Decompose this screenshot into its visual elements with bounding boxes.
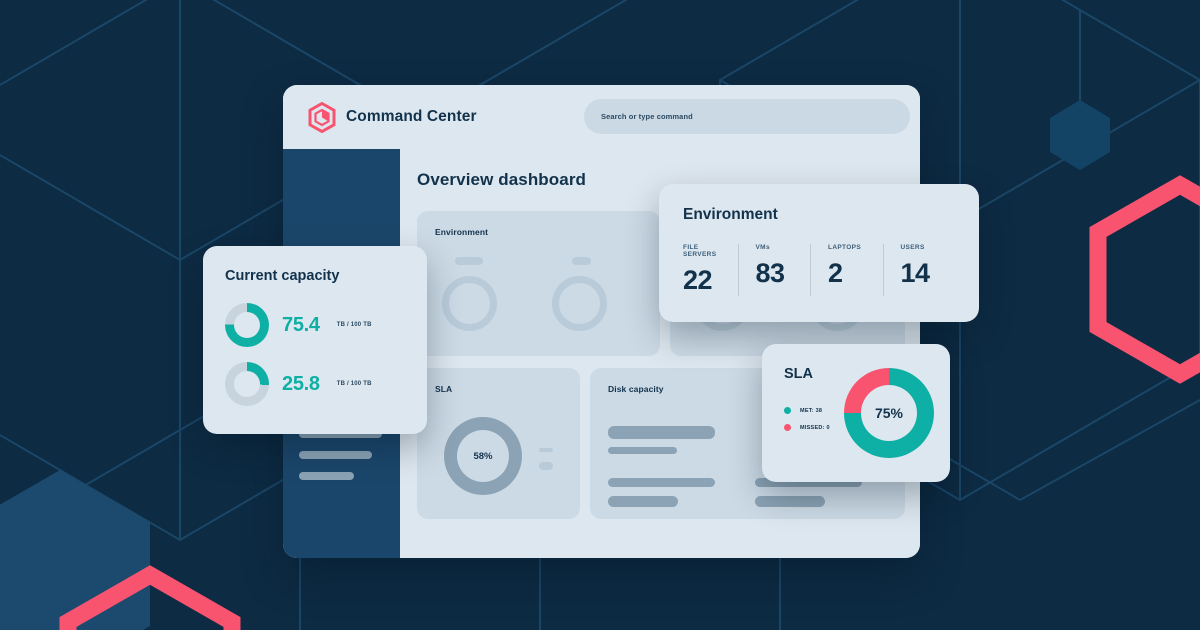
stat-label: FILE SERVERS [683, 244, 717, 258]
panel-placeholder-row [755, 496, 825, 507]
panel-placeholder-row [608, 447, 677, 454]
stat-label: VMs [755, 244, 770, 251]
search-input-placeholder: Search or type command [601, 112, 693, 121]
stat-vms: VMs 83 [737, 244, 811, 296]
brand-title: Command Center [346, 108, 477, 125]
sla-legend-label-met: MET: 38 [800, 407, 823, 414]
sla-legend-label-missed: MISSED: 0 [800, 424, 830, 431]
stat-value: 83 [755, 258, 786, 288]
panel-placeholder-donut [552, 276, 607, 331]
stat-value: 14 [900, 258, 931, 288]
panel-placeholder-legend [539, 462, 553, 470]
panel-disk-capacity-title: Disk capacity [608, 384, 664, 394]
page-title: Overview dashboard [417, 170, 587, 189]
card-current-capacity: Current capacity 75.4 TB / 100 TB 25.8 T… [203, 246, 427, 434]
capacity-gauge-2 [225, 362, 269, 406]
stat-label: LAPTOPS [828, 244, 862, 251]
environment-stats-row: FILE SERVERS 22 VMs 83 LAPTOPS 2 USERS 1… [659, 244, 979, 296]
card-environment-stats: Environment FILE SERVERS 22 VMs 83 LAPTO… [659, 184, 979, 322]
card-current-capacity-title: Current capacity [225, 268, 340, 284]
capacity-row-1: 75.4 TB / 100 TB [225, 303, 427, 347]
panel-environment[interactable]: Environment [417, 211, 660, 356]
card-environment-stats-title: Environment [683, 206, 778, 223]
brand[interactable]: Command Center [308, 101, 477, 133]
panel-placeholder-label [455, 257, 483, 265]
stat-file-servers: FILE SERVERS 22 [683, 244, 738, 296]
card-sla: SLA MET: 38 MISSED: 0 75% [762, 344, 950, 482]
search-input[interactable]: Search or type command [584, 99, 910, 134]
capacity-row-2: 25.8 TB / 100 TB [225, 362, 427, 406]
capacity-unit-2: TB / 100 TB [336, 381, 372, 387]
hexagon-solid-shape [0, 470, 150, 630]
panel-placeholder-row [608, 426, 715, 439]
poster-canvas: Command Center Filter Overview dashboard… [0, 0, 1200, 630]
hexagon-outline-accent-right [1089, 175, 1200, 384]
panel-sla-percent: 58% [473, 450, 493, 462]
sidebar-placeholder-row [299, 472, 354, 480]
sidebar-placeholder-row [299, 451, 372, 459]
capacity-gauge-1 [225, 303, 269, 347]
capacity-unit-1: TB / 100 TB [336, 322, 372, 328]
stat-laptops: LAPTOPS 2 [810, 244, 883, 296]
stat-value: 2 [828, 258, 843, 288]
panel-environment-title: Environment [435, 227, 489, 237]
capacity-value-1: 75.4 [282, 313, 320, 336]
hexagon-cube-logo-icon [308, 101, 336, 133]
panel-sla[interactable]: SLA 58% [417, 368, 580, 519]
panel-placeholder-row [608, 496, 678, 507]
stat-users: USERS 14 [882, 244, 956, 296]
sla-donut-chart: 75% [844, 368, 934, 458]
legend-dot-icon [784, 407, 791, 414]
stat-label: USERS [900, 244, 925, 251]
panel-sla-donut: 58% [444, 417, 522, 495]
panel-placeholder-donut [442, 276, 497, 331]
sla-donut-percent: 75% [874, 405, 904, 421]
capacity-value-2: 25.8 [282, 372, 320, 395]
stat-value: 22 [683, 265, 713, 295]
hexagon-node-icon [1050, 100, 1110, 170]
panel-placeholder-legend [539, 448, 553, 452]
panel-placeholder-label [572, 257, 591, 265]
panel-sla-title: SLA [435, 384, 453, 394]
panel-placeholder-row [608, 478, 715, 487]
legend-dot-icon [784, 424, 791, 431]
